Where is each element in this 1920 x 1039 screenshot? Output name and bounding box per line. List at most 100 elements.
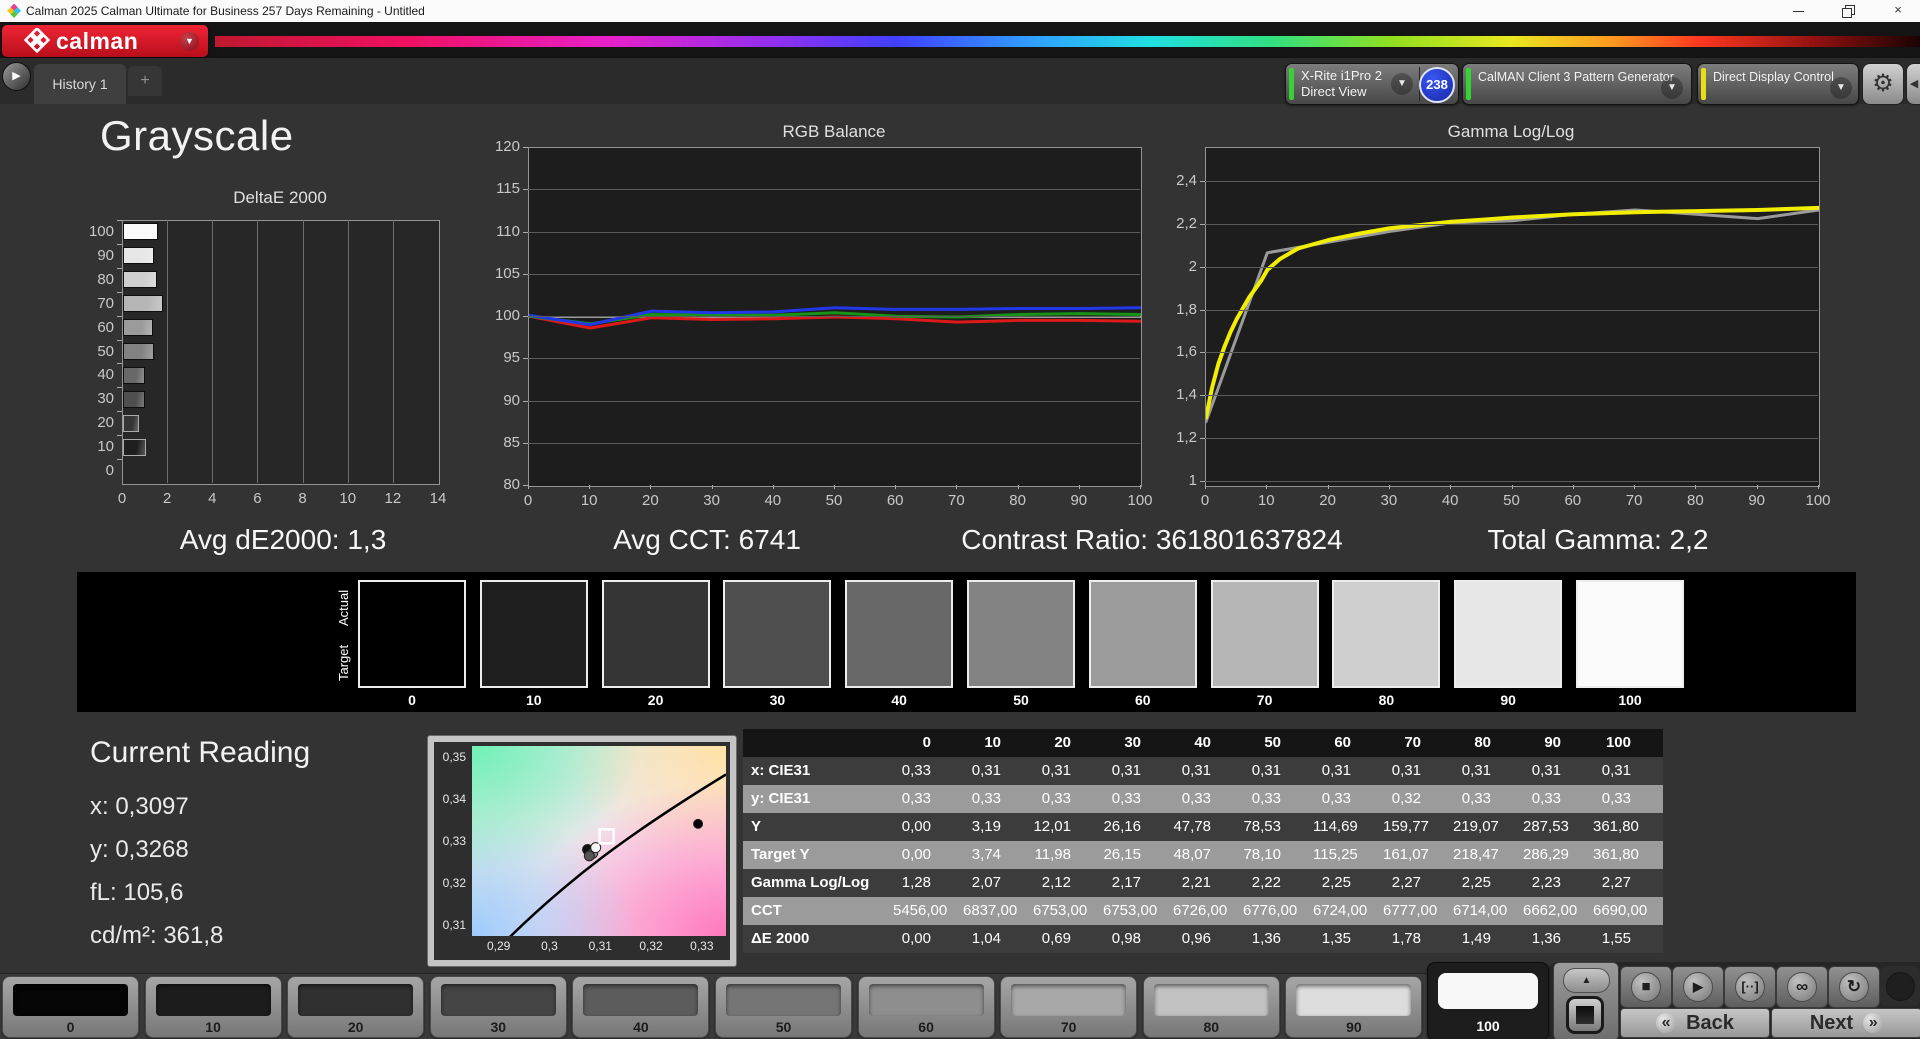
gridline (1205, 181, 1818, 183)
gridline (528, 400, 1140, 402)
cie-chromaticity-panel: 0,35 0,34 0,33 0,32 0,31 0,29 0,3 0,31 0,32 0,33 (427, 735, 737, 967)
close-icon: × (1894, 2, 1902, 17)
tick-mark (1200, 480, 1205, 482)
pattern-tile-50[interactable]: 50 (715, 976, 852, 1038)
pattern-generator-status-accent (1466, 68, 1471, 100)
display-control-dropdown[interactable]: Direct Display Control ▼ (1697, 63, 1859, 105)
add-tab-button[interactable]: + (128, 66, 162, 96)
cie-y-tick: 0,35 (442, 750, 466, 765)
table-cell: 0,96 (1181, 930, 1211, 947)
pattern-tile-80[interactable]: 80 (1142, 976, 1280, 1038)
rgb-y-tick: 120 (494, 138, 520, 155)
minimize-button[interactable] (1776, 0, 1820, 22)
restore-button[interactable] (1826, 0, 1870, 22)
swatch-level-label: 50 (1013, 692, 1029, 708)
refresh-button[interactable]: ↻ (1828, 966, 1880, 1008)
tick-mark (117, 339, 122, 341)
rgb-x-tick: 70 (948, 492, 965, 509)
back-button[interactable]: « Back (1620, 1008, 1770, 1038)
tick-mark (523, 316, 528, 317)
tick-mark (117, 291, 122, 293)
tick-mark (117, 459, 122, 461)
pattern-tile-40[interactable]: 40 (572, 976, 710, 1038)
deltae-x-tick: 4 (208, 490, 217, 507)
pattern-tile-20[interactable]: 20 (287, 976, 425, 1038)
deltae-x-tick: 12 (384, 490, 402, 507)
table-cell: 0,31 (1181, 762, 1211, 779)
tab-scroll-button[interactable]: ▶ (2, 62, 31, 91)
logo-dropdown-arrow[interactable]: ▼ (180, 31, 199, 51)
table-column-header: 40 (1194, 734, 1211, 751)
pattern-swatch (1438, 973, 1538, 1009)
tick-mark (1140, 485, 1141, 489)
meter-count-badge[interactable]: 238 (1419, 67, 1455, 103)
play-button[interactable]: ▶ (1672, 966, 1724, 1008)
close-button[interactable]: × (1876, 0, 1920, 22)
gamma-x-tick: 10 (1257, 492, 1275, 509)
gridline (1205, 224, 1818, 225)
pattern-tile-60[interactable]: 60 (857, 976, 995, 1038)
table-cell: 1,55 (1601, 930, 1631, 947)
gridline (528, 273, 1140, 275)
gridline (1205, 480, 1818, 482)
chevron-down-icon: ▼ (1391, 73, 1413, 95)
table-cell: 0,33 (1111, 790, 1141, 807)
reading-line: cd/m²: 361,8 (90, 922, 224, 949)
tick-mark (1205, 485, 1206, 489)
actual-row-label: Actual (336, 589, 351, 627)
gamma-y-tick: 2,2 (1176, 215, 1197, 232)
gamma-series-measured (1206, 208, 1819, 424)
table-cell: 3,74 (971, 846, 1001, 863)
loop-button[interactable]: ∞ (1776, 966, 1828, 1008)
pattern-tile-30[interactable]: 30 (429, 976, 567, 1038)
pattern-popup-button[interactable]: ▲ (1563, 968, 1610, 993)
rgb-y-tick: 115 (496, 180, 520, 198)
deltae-y-tick: 80 (97, 270, 114, 288)
rgb-y-tick: 105 (494, 264, 520, 282)
settings-button[interactable]: ⚙ (1862, 63, 1904, 105)
tab-history-1[interactable]: History 1 (34, 64, 126, 104)
pattern-fullscreen-button[interactable] (1566, 996, 1604, 1034)
rgb-x-tick: 0 (523, 492, 533, 509)
tick-mark (1450, 485, 1452, 489)
meter-dropdown[interactable]: X-Rite i1Pro 2 Direct View ▼ 238 (1285, 63, 1459, 105)
tick-mark (1388, 485, 1390, 489)
gamma-x-tick: 50 (1503, 492, 1520, 509)
pattern-swatch (13, 984, 128, 1016)
stop-button[interactable]: ■ (1620, 966, 1672, 1008)
reading-line: x: 0,3097 (90, 793, 189, 820)
table-cell: 0,98 (1111, 930, 1141, 947)
pattern-tile-90[interactable]: 90 (1285, 976, 1423, 1038)
pattern-tile-10[interactable]: 10 (144, 976, 282, 1038)
pattern-window-controls: ▲ (1553, 962, 1619, 1039)
daylight-locus-curve (509, 773, 726, 936)
pattern-tile-label: 70 (1060, 1019, 1077, 1035)
table-cell: 11,98 (1034, 846, 1071, 863)
grayscale-swatch-90 (1454, 580, 1563, 688)
gamma-chart (1205, 147, 1820, 487)
cie-x-tick: 0,33 (690, 939, 714, 953)
table-cell: 115,25 (1313, 846, 1358, 863)
pattern-generator-dropdown[interactable]: CalMAN Client 3 Pattern Generator ▼ (1462, 63, 1692, 105)
collapse-toolbar-button[interactable]: ◀ (1906, 63, 1920, 105)
calman-logo-button[interactable]: calman ▼ (2, 25, 208, 57)
gridline (302, 220, 304, 483)
chevron-down-icon: ▼ (1661, 77, 1683, 99)
pattern-tile-100-selected[interactable]: 100 (1427, 962, 1549, 1039)
step-range-button[interactable]: [··] (1724, 966, 1776, 1008)
table-cell: 0,31 (1041, 762, 1071, 779)
table-cell: 0,33 (1461, 790, 1491, 807)
row-label: ΔE 2000 (751, 930, 810, 947)
next-button[interactable]: Next » (1771, 1008, 1920, 1038)
tick-mark (523, 442, 528, 444)
tick-mark (117, 387, 122, 389)
pattern-tile-0[interactable]: 0 (2, 976, 139, 1038)
record-icon (1886, 972, 1915, 1001)
table-cell: 219,07 (1453, 818, 1499, 835)
gridline (167, 220, 169, 483)
deltae-x-tick: 8 (298, 490, 307, 507)
table-cell: 2,17 (1111, 874, 1141, 891)
pattern-tile-70[interactable]: 70 (1000, 976, 1138, 1038)
table-cell: 26,16 (1103, 818, 1141, 835)
table-cell: 361,80 (1593, 846, 1639, 863)
